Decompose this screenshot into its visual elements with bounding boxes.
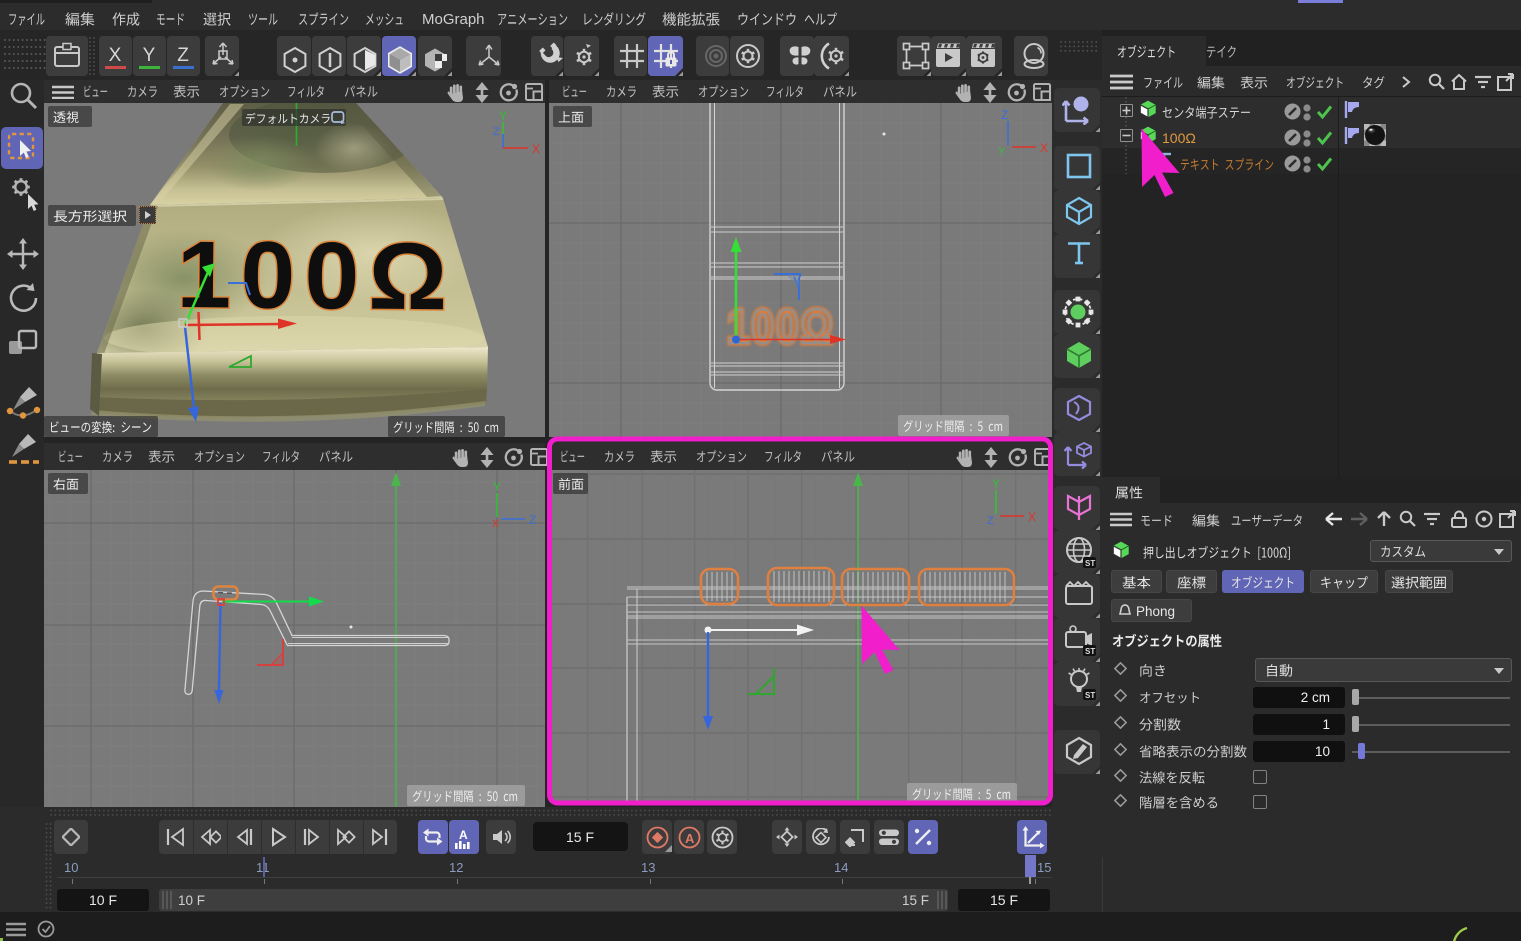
svg-text:Z: Z xyxy=(529,513,536,527)
svg-text:Y: Y xyxy=(493,480,501,494)
svg-text:Z: Z xyxy=(1001,108,1008,122)
svg-text:Z: Z xyxy=(493,126,500,138)
svg-text:X: X xyxy=(492,518,500,530)
svg-text:Y: Y xyxy=(499,109,507,123)
svg-text:X: X xyxy=(532,142,540,156)
svg-text:Y: Y xyxy=(998,146,1006,158)
svg-text:X: X xyxy=(1040,141,1048,155)
